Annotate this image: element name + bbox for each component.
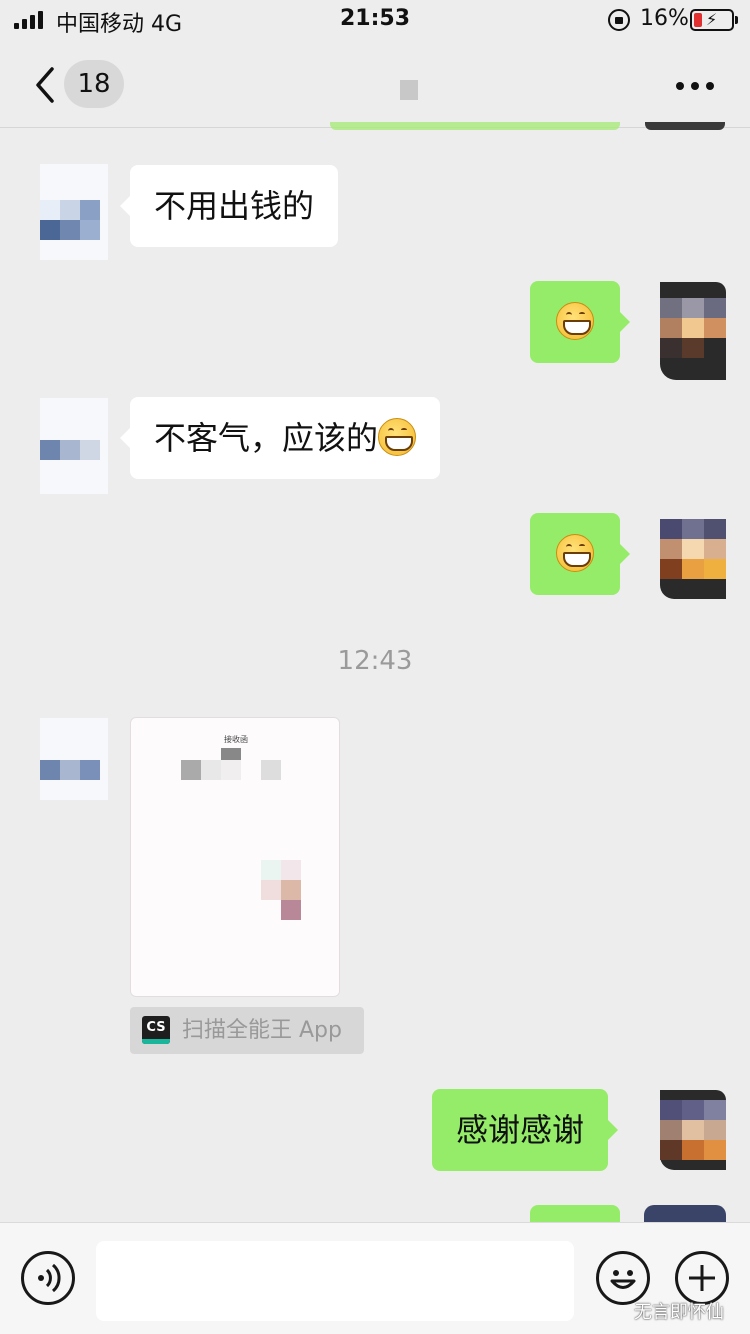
avatar-edge (645, 122, 725, 130)
source-app-chip[interactable]: CS 扫描全能王 App (130, 1007, 364, 1054)
emoji-icon[interactable] (596, 1251, 650, 1305)
battery-icon: ⚡ (690, 9, 738, 31)
grinning-face-icon (556, 534, 594, 572)
grinning-face-icon (378, 418, 417, 456)
chat-title-redacted (400, 80, 418, 100)
message-text: 不用出钱的 (154, 187, 315, 225)
contact-avatar[interactable] (40, 398, 108, 494)
bubble-edge (330, 122, 620, 130)
chat-timestamp: 12:43 (337, 646, 413, 676)
my-avatar[interactable] (660, 282, 726, 380)
unread-badge[interactable]: 18 (64, 60, 124, 108)
message-text: 感谢感谢 (456, 1111, 585, 1149)
status-time: 21:53 (339, 6, 411, 31)
status-bar: 中国移动 4G 21:53 16% ⚡ (0, 0, 750, 40)
back-icon[interactable] (34, 66, 56, 104)
message-bubble-partial (530, 1205, 620, 1222)
orientation-lock-icon (608, 9, 630, 31)
message-bubble[interactable]: 不客气，应该的 (119, 397, 441, 479)
message-text: 不客气，应该的 (154, 419, 379, 457)
grinning-face-icon (556, 302, 594, 340)
camscanner-logo: CS (142, 1016, 170, 1044)
scanned-document-card[interactable]: 接收函 (130, 717, 340, 997)
my-avatar[interactable] (660, 519, 726, 599)
message-input[interactable] (96, 1241, 574, 1321)
message-bubble[interactable]: 感谢感谢 (432, 1089, 619, 1171)
source-app-name: 扫描全能王 App (182, 1018, 342, 1043)
watermark: 无言即怀仙 (634, 1302, 724, 1323)
plus-icon[interactable] (675, 1251, 729, 1305)
document-title: 接收函 (224, 735, 248, 744)
contact-avatar[interactable] (40, 164, 108, 260)
chat-header: 18 (0, 40, 750, 130)
more-icon[interactable] (676, 82, 714, 90)
my-avatar-partial (644, 1205, 726, 1222)
message-bubble[interactable] (530, 513, 630, 595)
contact-avatar[interactable] (40, 718, 108, 800)
message-bubble[interactable]: 不用出钱的 (119, 165, 339, 247)
battery-percent: 16% (640, 6, 689, 31)
message-bubble[interactable] (530, 281, 630, 363)
voice-icon[interactable] (21, 1251, 75, 1305)
my-avatar[interactable] (660, 1090, 726, 1170)
